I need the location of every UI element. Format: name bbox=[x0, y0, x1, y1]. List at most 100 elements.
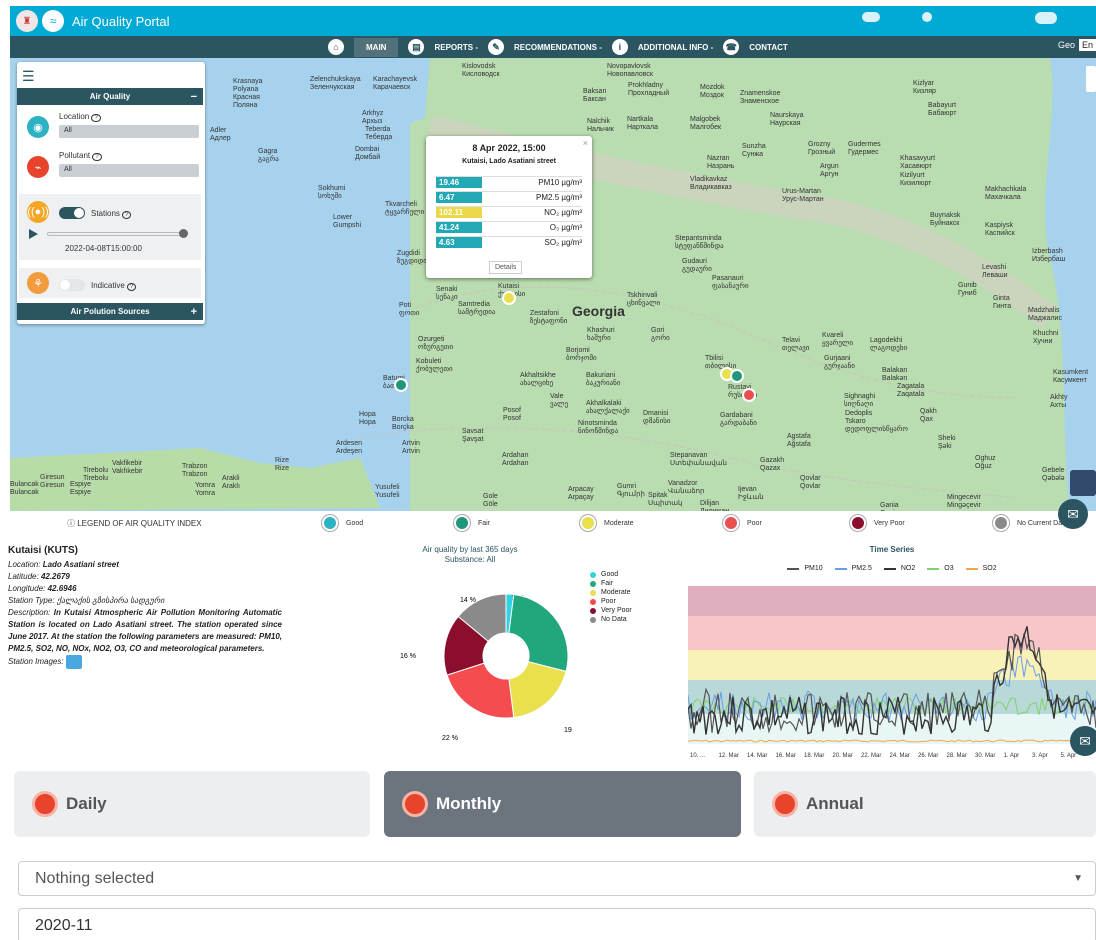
map-place-label: Kislovodsk Кисловодск bbox=[462, 63, 500, 78]
map-place-label: Gudermes Гудермес bbox=[848, 141, 881, 156]
help-icon[interactable]: ? bbox=[122, 211, 132, 219]
popup-row: 19.46 PM10 µg/m³ bbox=[436, 176, 582, 188]
nav-contact[interactable]: ☎ CONTACT bbox=[723, 36, 788, 58]
map-place-label: Arpacay Arpaçay bbox=[568, 486, 594, 501]
x-tick-label: 24. Mar bbox=[890, 753, 910, 759]
donut-legend-item: Good bbox=[590, 570, 632, 579]
series-legend-item[interactable]: NO2 bbox=[883, 565, 916, 572]
x-tick-label: 14. Mar bbox=[747, 753, 767, 759]
coat-of-arms-logo: ♜ bbox=[16, 10, 38, 32]
map-place-label: Kaspiysk Каспийск bbox=[985, 222, 1015, 237]
contact-icon: ☎ bbox=[723, 39, 740, 55]
top-header: ♜ ≈ Air Quality Portal bbox=[10, 6, 1096, 36]
series-legend-item[interactable]: PM10 bbox=[787, 565, 823, 572]
home-icon: ⌂ bbox=[328, 39, 344, 55]
pollutant-icon: ⌁ bbox=[27, 156, 49, 178]
help-icon[interactable]: ? bbox=[92, 153, 102, 161]
popup-pollutant: NO₂ µg/m³ bbox=[544, 208, 582, 217]
donut-pct-label: 22 % bbox=[442, 735, 458, 740]
map-place-label: Sunzha Сунжа bbox=[742, 143, 766, 158]
map-place-label: Zelenchukskaya Зеленчукская bbox=[310, 76, 361, 91]
air-quality-section-header[interactable]: Air Quality − bbox=[17, 88, 203, 105]
image-icon[interactable] bbox=[65, 655, 82, 669]
monthly-button[interactable]: Monthly bbox=[384, 771, 741, 837]
x-tick-label: 22. Mar bbox=[861, 753, 881, 759]
series-label: NO2 bbox=[900, 565, 916, 572]
station-marker[interactable] bbox=[394, 378, 408, 392]
messenger-icon[interactable]: ✉ bbox=[1058, 499, 1088, 529]
series-legend-item[interactable]: O3 bbox=[927, 565, 954, 572]
map-side-control[interactable] bbox=[1086, 66, 1096, 92]
pollution-sources-header[interactable]: Air Polution Sources + bbox=[17, 303, 203, 320]
legend-label: Moderate bbox=[601, 589, 631, 596]
legend-label: Good bbox=[346, 519, 364, 527]
map-place-label: Gole Göle bbox=[483, 493, 498, 508]
collapse-icon[interactable]: − bbox=[191, 91, 197, 103]
station-info: Kutaisi (KUTS) Location: Lado Asatiani s… bbox=[8, 545, 282, 669]
annual-button[interactable]: Annual bbox=[754, 771, 1096, 837]
indicative-toggle[interactable] bbox=[59, 279, 85, 291]
record-icon bbox=[32, 791, 58, 817]
help-icon[interactable]: ? bbox=[91, 114, 101, 122]
pollutant-select[interactable]: All bbox=[59, 164, 199, 177]
series-label: PM10 bbox=[804, 565, 823, 572]
series-legend-item[interactable]: SO2 bbox=[965, 565, 997, 572]
location-select[interactable]: All bbox=[59, 125, 199, 138]
map-place-label: Malgobek Малгобек bbox=[690, 116, 722, 131]
menu-icon[interactable]: ☰ bbox=[22, 68, 35, 85]
station-images: Station Images: bbox=[8, 655, 282, 669]
popup-row: 6.47 PM2.5 µg/m³ bbox=[436, 191, 582, 203]
play-icon[interactable] bbox=[29, 229, 38, 239]
time-slider[interactable] bbox=[47, 232, 187, 236]
country-label-georgia: Georgia bbox=[572, 303, 625, 319]
series-line-swatch bbox=[927, 567, 940, 570]
map-place-label: Trabzon Trabzon bbox=[182, 463, 208, 478]
station-marker[interactable] bbox=[730, 369, 744, 383]
map-place-label: Espiye Espiye bbox=[70, 481, 92, 496]
map-place-label: Grozny Грозный bbox=[808, 141, 836, 156]
map-place-label: Yomra Yomra bbox=[195, 482, 215, 497]
stations-toggle[interactable] bbox=[59, 207, 85, 219]
nav-reports[interactable]: ▤ REPORTS - bbox=[408, 36, 478, 58]
language-switch[interactable]: Geo En bbox=[1058, 39, 1096, 51]
time-slider-handle[interactable] bbox=[179, 229, 188, 238]
map-place-label: Senaki სენაკი bbox=[436, 286, 458, 301]
details-button[interactable]: Details bbox=[489, 261, 523, 274]
expand-icon[interactable]: + bbox=[191, 306, 197, 318]
caret-down-icon: ▼ bbox=[1073, 873, 1083, 884]
daily-button[interactable]: Daily bbox=[14, 771, 370, 837]
popup-row: 41.24 O₃ µg/m³ bbox=[436, 221, 582, 233]
map-place-label: Kasumkent Касумкент bbox=[1053, 369, 1089, 384]
map-place-label: Gagra გაგრა bbox=[258, 148, 279, 163]
nav-main[interactable]: ⌂ MAIN bbox=[328, 36, 399, 58]
legend-color-dot bbox=[723, 515, 739, 531]
legend-color-dot bbox=[590, 571, 596, 578]
map-place-label: Mingecevir Mingəçevir bbox=[947, 494, 981, 509]
station-select[interactable]: Nothing selected ▼ bbox=[18, 861, 1096, 896]
map-globe-control[interactable] bbox=[1070, 470, 1096, 496]
map-place-label: Gudauri გუდაური bbox=[682, 258, 712, 273]
legend-item: No Current Data bbox=[993, 515, 1068, 531]
nav-recommendations[interactable]: ✎ RECOMMENDATIONS - bbox=[488, 36, 602, 58]
donut-pct-label: 14 % bbox=[460, 597, 476, 604]
legend-label: Very Poor bbox=[874, 519, 905, 527]
help-icon[interactable]: ? bbox=[127, 283, 137, 291]
popup-pollutant: SO₂ µg/m³ bbox=[544, 238, 583, 247]
series-legend-item[interactable]: PM2.5 bbox=[834, 565, 872, 572]
map-place-label: Urus-Martan Урус-Мартан bbox=[782, 188, 824, 203]
donut-slice[interactable] bbox=[508, 593, 569, 673]
month-input[interactable]: 2020-11 bbox=[18, 908, 1096, 940]
map-place-label: Babayurt Бабаюрт bbox=[928, 102, 957, 117]
donut-slice[interactable] bbox=[508, 661, 567, 719]
nav-additional-info[interactable]: i ADDITIONAL INFO - bbox=[611, 36, 713, 58]
map-place-label: Levashi Леваши bbox=[982, 264, 1008, 279]
messenger-icon[interactable]: ✉ bbox=[1070, 726, 1096, 756]
map-place-label: Yusufeli Yusufeli bbox=[375, 484, 400, 499]
map-place-label: Madzhalis Маджалис bbox=[1028, 307, 1062, 322]
legend-label: Moderate bbox=[604, 519, 634, 527]
donut-legend-item: Moderate bbox=[590, 588, 632, 597]
legend-color-dot bbox=[850, 515, 866, 531]
x-tick-label: 10. ... bbox=[690, 753, 705, 759]
station-marker[interactable] bbox=[742, 388, 756, 402]
station-marker[interactable] bbox=[502, 291, 516, 305]
